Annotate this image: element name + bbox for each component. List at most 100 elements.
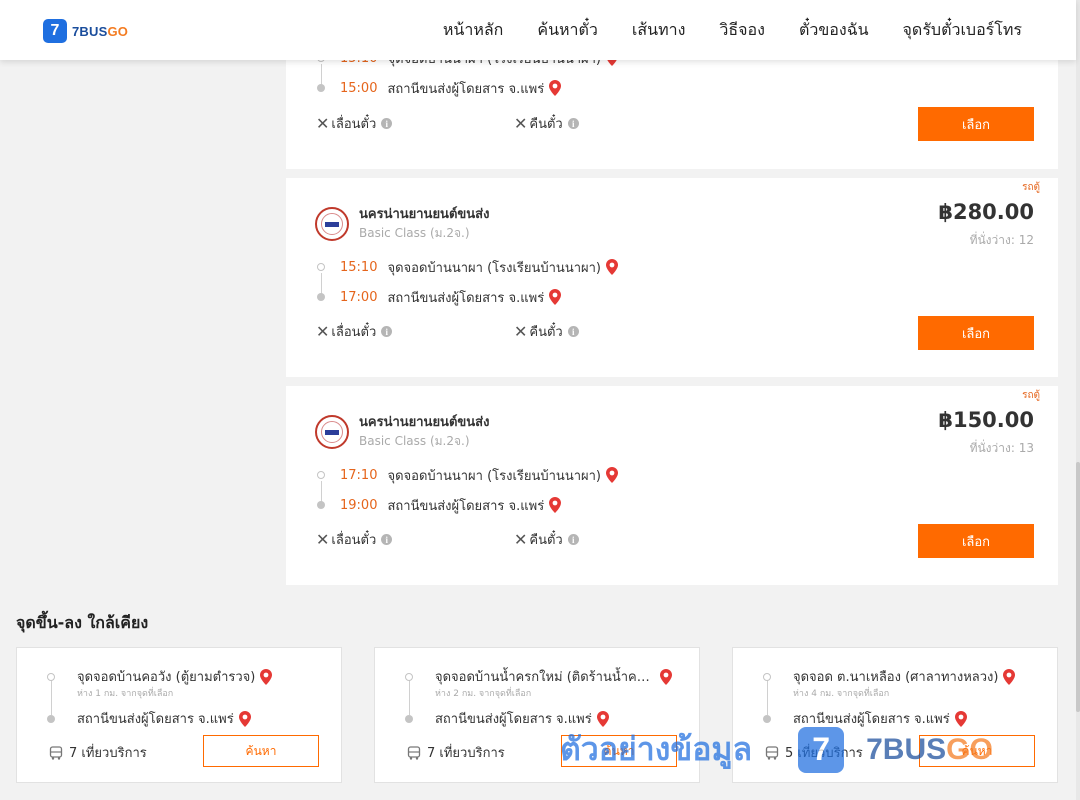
change-ticket-option: ✕ เลื่อนตั๋ว i <box>316 529 393 550</box>
nearby-to-place: สถานีขนส่งผู้โดยสาร จ.แพร่ <box>77 712 234 727</box>
vehicle-type-tag: รถตู้ <box>1022 390 1040 401</box>
nearby-stop-card: จุดจอดบ้านคอวัง (ตู้ยามตำรวจ) ห่าง 1 กม.… <box>16 647 342 783</box>
operator: นครน่านยานยนต์ขนส่ง Basic Class (ม.2จ.) <box>315 414 489 450</box>
select-trip-button[interactable]: เลือก <box>918 524 1034 558</box>
map-pin-icon[interactable] <box>549 497 562 513</box>
select-trip-button[interactable]: เลือก <box>918 107 1034 141</box>
search-nearby-button[interactable]: ค้นหา <box>919 735 1035 767</box>
info-icon[interactable]: i <box>381 326 393 337</box>
trip-card: รถตู้ นครน่านยานยนต์ขนส่ง Basic Class (ม… <box>286 386 1058 585</box>
refund-ticket-label: คืนตั๋ว <box>529 325 563 340</box>
seats-available: ที่นั่งว่าง: 12 <box>969 233 1034 247</box>
close-x-icon: ✕ <box>514 114 528 133</box>
nearby-to-place: สถานีขนส่งผู้โดยสาร จ.แพร่ <box>793 712 950 727</box>
trip-count-label: 7 เที่ยวบริการ <box>427 746 505 761</box>
info-icon[interactable]: i <box>381 118 393 129</box>
trip-count: 5 เที่ยวบริการ <box>765 742 863 763</box>
select-trip-button[interactable]: เลือก <box>918 316 1034 350</box>
map-pin-icon[interactable] <box>954 710 967 727</box>
nearby-stops-title: จุดขึ้น-ลง ใกล้เคียง <box>16 613 149 632</box>
map-pin-icon[interactable] <box>1003 668 1016 685</box>
nav-routes[interactable]: เส้นทาง <box>632 18 686 43</box>
top-header: 7 7BUSGO หน้าหลัก ค้นหาตั๋ว เส้นทาง วิธี… <box>0 0 1076 60</box>
map-pin-icon[interactable] <box>596 710 609 727</box>
nav-how-to-book[interactable]: วิธีจอง <box>719 18 765 43</box>
logo-text: 7BUSGO <box>72 23 129 39</box>
trip-count: 7 เที่ยวบริการ <box>49 742 147 763</box>
nearby-to-stop: สถานีขนส่งผู้โดยสาร จ.แพร่ <box>405 708 609 729</box>
depart-time: 17:10 <box>340 467 378 483</box>
arrive-dot <box>317 84 325 92</box>
info-icon[interactable]: i <box>381 534 393 545</box>
map-pin-icon[interactable] <box>606 259 618 275</box>
operator: นครน่านยานยนต์ขนส่ง Basic Class (ม.2จ.) <box>315 206 489 242</box>
map-pin-icon[interactable] <box>549 289 562 305</box>
change-ticket-label: เลื่อนตั๋ว <box>331 117 377 132</box>
close-x-icon: ✕ <box>514 322 528 341</box>
arrive-time: 15:00 <box>340 80 378 96</box>
arrive-stop: 15:00 สถานีขนส่งผู้โดยสาร จ.แพร่ <box>317 79 562 97</box>
to-dot <box>405 714 413 723</box>
map-pin-icon[interactable] <box>260 668 273 685</box>
close-x-icon: ✕ <box>514 530 528 549</box>
nearby-to-stop: สถานีขนส่งผู้โดยสาร จ.แพร่ <box>47 708 251 729</box>
depart-place: จุดจอดบ้านนาผา (โรงเรียนบ้านนาผา) <box>387 468 601 484</box>
change-ticket-label: เลื่อนตั๋ว <box>331 533 377 548</box>
arrive-stop: 17:00 สถานีขนส่งผู้โดยสาร จ.แพร่ <box>317 288 562 306</box>
from-dot <box>405 672 413 681</box>
operator-name: นครน่านยานยนต์ขนส่ง <box>359 415 490 430</box>
info-icon[interactable]: i <box>567 534 579 545</box>
trip-price: ฿150.00 <box>938 408 1034 432</box>
map-pin-icon[interactable] <box>660 668 672 685</box>
nearby-from-place: จุดจอด ต.นาเหลือง (ศาลาทางหลวง) <box>793 670 999 685</box>
nearby-stop-card: จุดจอดบ้านน้ำครกใหม่ (ติดร้านน้ำครกใ... … <box>374 647 700 783</box>
nearby-from-place: จุดจอดบ้านคอวัง (ตู้ยามตำรวจ) <box>77 670 256 685</box>
depart-dot <box>317 263 325 271</box>
change-ticket-option: ✕ เลื่อนตั๋ว i <box>316 113 393 134</box>
depart-stop: 15:10 จุดจอดบ้านนาผา (โรงเรียนบ้านนาผา) <box>317 258 618 276</box>
operator-logo <box>315 415 349 449</box>
scroll-thumb[interactable] <box>1076 462 1080 712</box>
refund-ticket-option: ✕ คืนตั๋ว i <box>514 113 579 134</box>
logo-badge: 7 <box>43 19 67 43</box>
arrive-place: สถานีขนส่งผู้โดยสาร จ.แพร่ <box>387 81 545 97</box>
nearby-to-place: สถานีขนส่งผู้โดยสาร จ.แพร่ <box>435 712 592 727</box>
refund-ticket-option: ✕ คืนตั๋ว i <box>514 321 579 342</box>
site-logo[interactable]: 7 7BUSGO <box>43 19 128 43</box>
map-pin-icon[interactable] <box>606 467 618 483</box>
from-dot <box>47 672 55 681</box>
arrive-time: 17:00 <box>340 289 378 305</box>
nearby-to-stop: สถานีขนส่งผู้โดยสาร จ.แพร่ <box>763 708 967 729</box>
search-nearby-button[interactable]: ค้นหา <box>203 735 319 767</box>
nearby-distance: ห่าง 1 กม. จากจุดที่เลือก <box>77 689 174 699</box>
arrive-place: สถานีขนส่งผู้โดยสาร จ.แพร่ <box>387 290 545 306</box>
info-icon[interactable]: i <box>567 326 579 337</box>
vehicle-type-tag: รถตู้ <box>1022 182 1040 193</box>
service-class: Basic Class (ม.2จ.) <box>359 434 470 448</box>
page-scrollbar[interactable] <box>1076 0 1080 800</box>
nav-home[interactable]: หน้าหลัก <box>443 18 504 43</box>
nav-search-tickets[interactable]: ค้นหาตั๋ว <box>537 18 598 43</box>
nav-ticket-points[interactable]: จุดรับตั๋วเบอร์โทร <box>903 18 1022 43</box>
refund-ticket-option: ✕ คืนตั๋ว i <box>514 529 579 550</box>
map-pin-icon[interactable] <box>238 710 251 727</box>
service-class: Basic Class (ม.2จ.) <box>359 226 470 240</box>
nav-my-tickets[interactable]: ตั๋วของฉัน <box>799 18 869 43</box>
arrive-stop: 19:00 สถานีขนส่งผู้โดยสาร จ.แพร่ <box>317 496 562 514</box>
arrive-time: 19:00 <box>340 497 378 513</box>
depart-dot <box>317 471 325 479</box>
map-pin-icon[interactable] <box>549 80 562 96</box>
nearby-from-stop: จุดจอดบ้านคอวัง (ตู้ยามตำรวจ) <box>47 666 273 687</box>
arrive-place: สถานีขนส่งผู้โดยสาร จ.แพร่ <box>387 498 545 514</box>
change-ticket-label: เลื่อนตั๋ว <box>331 325 377 340</box>
bus-icon <box>765 745 779 760</box>
main-nav: หน้าหลัก ค้นหาตั๋ว เส้นทาง วิธีจอง ตั๋วข… <box>443 18 1022 43</box>
arrive-dot <box>317 501 325 509</box>
arrive-dot <box>317 293 325 301</box>
close-x-icon: ✕ <box>316 322 330 341</box>
info-icon[interactable]: i <box>567 118 579 129</box>
bus-icon <box>407 745 421 760</box>
search-nearby-button[interactable]: ค้นหา <box>561 735 677 767</box>
operator-name: นครน่านยานยนต์ขนส่ง <box>359 207 490 222</box>
depart-place: จุดจอดบ้านนาผา (โรงเรียนบ้านนาผา) <box>387 260 601 276</box>
